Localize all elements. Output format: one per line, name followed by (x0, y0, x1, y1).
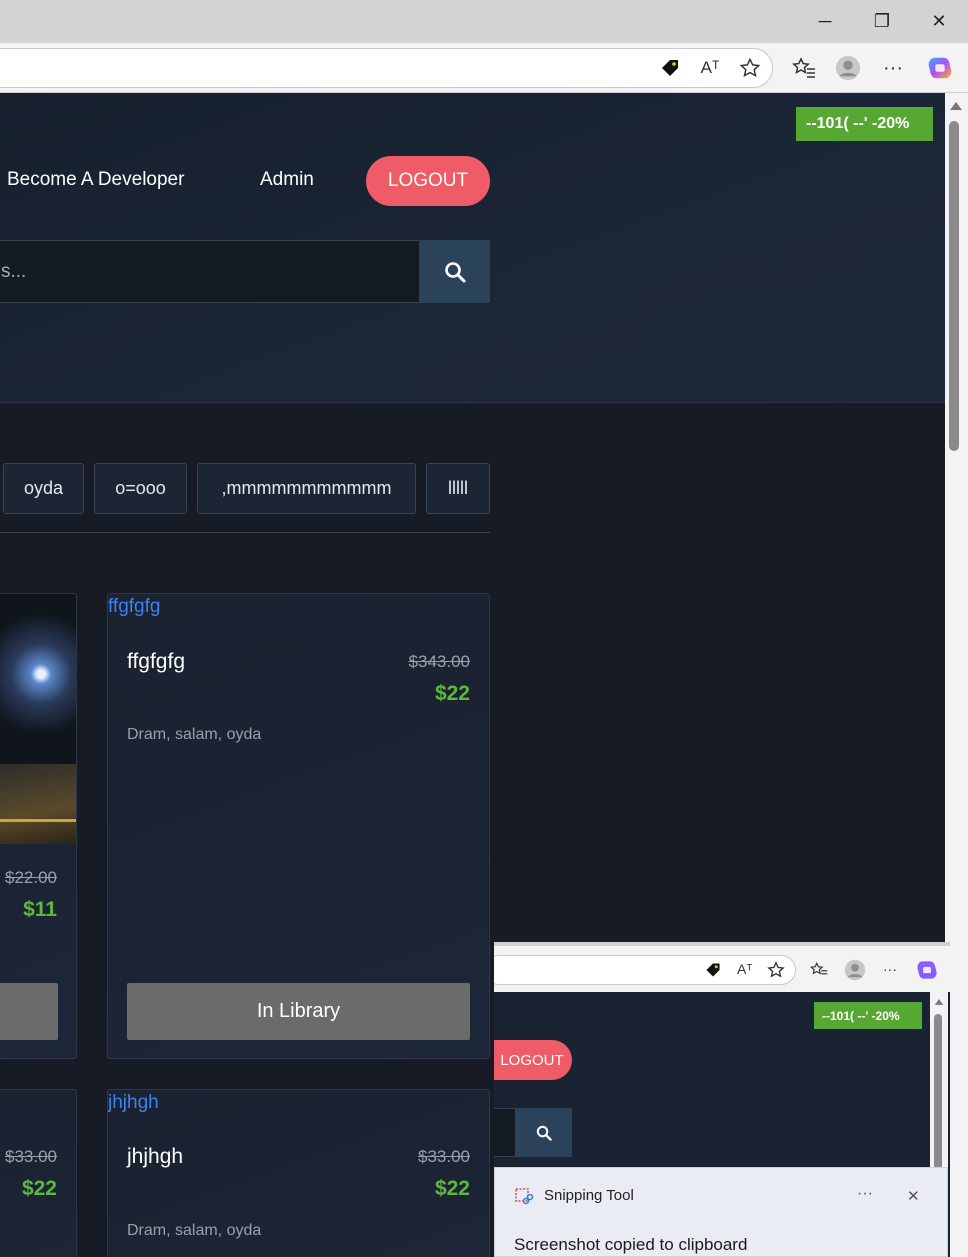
old-price: $33.00 (5, 1147, 57, 1166)
search-button[interactable] (419, 240, 490, 303)
close-window-button[interactable]: ✕ (910, 0, 968, 43)
product-title[interactable]: jhjhgh (127, 1145, 183, 1169)
product-card: ffgfgfg ffgfgfg $343.00 $22 Dram, salam,… (107, 593, 490, 1059)
mini-favorites-icon (809, 961, 828, 982)
old-price: $33.00 (418, 1147, 470, 1166)
mini-read-aloud-icon: Aᵀ (737, 961, 753, 977)
mini-copilot-icon (916, 959, 938, 984)
minimize-button[interactable]: ─ (796, 0, 854, 43)
mini-search-button (516, 1108, 572, 1157)
mini-logout-button: LOGOUT (494, 1040, 572, 1080)
product-tags: Dram, salam, oyda (127, 726, 262, 743)
new-price: $22 (434, 682, 470, 705)
product-tags: Dram, salam, oyda (127, 1222, 262, 1239)
product-card: $22.00 $11 (0, 593, 77, 1059)
product-image[interactable]: ffgfgfg (108, 596, 160, 618)
promo-badge: --101( --' -20% (796, 107, 933, 141)
mini-promo-badge: --101( --' -20% (814, 1002, 922, 1029)
read-aloud-icon[interactable]: Aᵀ (697, 55, 723, 81)
favorites-icon[interactable] (791, 55, 817, 81)
mini-search-input (494, 1108, 516, 1157)
toast-close-button[interactable]: ✕ (907, 1187, 920, 1205)
browser-titlebar: ─ ❐ ✕ (0, 0, 968, 43)
browser-toolbar: Aᵀ ··· (0, 43, 968, 93)
mini-scrollbar-thumb (934, 1014, 942, 1174)
in-library-button[interactable]: In Library (127, 983, 470, 1040)
new-price: $11 (23, 898, 57, 921)
mini-tag-icon (704, 961, 722, 982)
old-price: $343.00 (408, 652, 470, 671)
tag-filter[interactable]: o=ooo (94, 463, 187, 514)
favorite-star-icon[interactable] (737, 55, 763, 81)
mini-toolbar: Aᵀ ··· (494, 946, 950, 992)
mini-search-icon (536, 1125, 552, 1141)
search-icon (444, 261, 465, 282)
new-price: $22 (434, 1177, 470, 1200)
tag-filter[interactable]: ,mmmmmmmmmmm (197, 463, 416, 514)
scroll-up-icon[interactable] (949, 101, 963, 111)
product-card: jhjhgh jhjhgh $33.00 $22 Dram, salam, oy… (107, 1089, 490, 1257)
scrollbar-thumb[interactable] (949, 121, 959, 451)
snipping-tool-icon (514, 1187, 534, 1212)
mini-profile-icon (844, 959, 866, 984)
new-price: $22 (21, 1177, 57, 1200)
library-button[interactable] (0, 983, 58, 1040)
product-card: $33.00 $22 (0, 1089, 77, 1257)
product-image[interactable] (0, 594, 76, 844)
mini-more-icon: ··· (883, 961, 897, 977)
header-section: --101( --' -20% Become A Developer Admin… (0, 93, 945, 403)
old-price: $22.00 (5, 868, 57, 887)
divider (0, 532, 490, 533)
nav-admin[interactable]: Admin (260, 169, 314, 191)
product-image[interactable]: jhjhgh (108, 1092, 159, 1114)
copilot-icon[interactable] (927, 55, 953, 81)
mini-favorite-star-icon (767, 961, 785, 982)
snipping-tool-notification[interactable]: Snipping Tool ··· ✕ Screenshot copied to… (494, 1167, 948, 1257)
profile-icon[interactable] (835, 55, 861, 81)
product-title[interactable]: ffgfgfg (127, 650, 185, 674)
tag-filter[interactable]: lllll (426, 463, 490, 514)
restore-button[interactable]: ❐ (853, 0, 911, 43)
search-input[interactable]: s... (0, 240, 419, 303)
more-icon[interactable]: ··· (880, 55, 906, 81)
tag-icon[interactable] (657, 55, 683, 81)
tag-filter[interactable]: oyda (3, 463, 84, 514)
logout-button[interactable]: LOGOUT (366, 156, 490, 206)
toast-app-name: Snipping Tool (544, 1187, 634, 1204)
toast-more-button[interactable]: ··· (857, 1185, 873, 1203)
nav-become-developer[interactable]: Become A Developer (7, 169, 184, 191)
toast-message: Screenshot copied to clipboard (514, 1235, 748, 1254)
